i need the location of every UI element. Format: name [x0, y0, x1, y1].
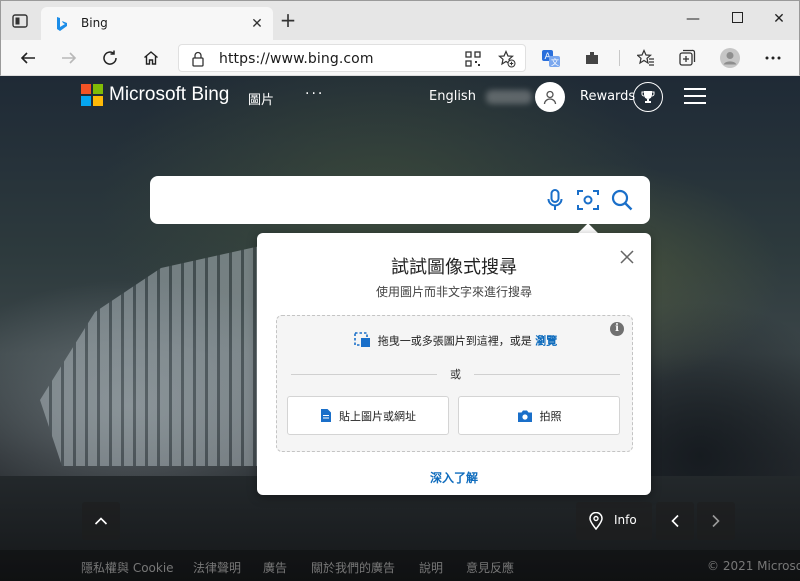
browser-tab-strip: Bing ✕ + — ✕ — [0, 0, 800, 41]
maximize-icon[interactable] — [727, 10, 747, 28]
collections-icon[interactable] — [676, 47, 698, 69]
close-tab-icon[interactable]: ✕ — [249, 16, 265, 32]
minimize-icon[interactable]: — — [683, 10, 703, 28]
chevron-right-icon — [712, 514, 720, 528]
profile-avatar-icon[interactable] — [719, 47, 741, 69]
search-box[interactable] — [150, 176, 650, 224]
chevron-left-icon — [671, 514, 679, 528]
image-info-button[interactable]: Info — [576, 502, 652, 540]
background-image — [40, 246, 260, 466]
visual-search-title: 試試圖像式搜尋 — [391, 257, 517, 278]
qr-code-icon[interactable] — [463, 49, 483, 69]
drag-drop-row: 拖曳一或多張圖片到這裡，或是 瀏覽 — [277, 332, 634, 351]
tab-actions-icon[interactable] — [11, 12, 29, 30]
or-separator: 或 — [291, 366, 620, 382]
new-tab-icon[interactable]: + — [279, 10, 297, 30]
language-link[interactable]: English — [429, 89, 476, 104]
visual-search-panel: 試試圖像式搜尋 使用圖片而非文字來進行搜尋 i 拖曳一或多張圖片到這裡，或是 瀏… — [257, 233, 651, 495]
document-icon — [321, 409, 331, 422]
footer-link-legal[interactable]: 法律聲明 — [193, 559, 241, 576]
drag-image-icon — [353, 332, 372, 351]
bing-icon — [55, 16, 69, 32]
back-icon[interactable] — [17, 47, 39, 69]
footer-link-privacy[interactable]: 隱私權與 Cookie — [81, 559, 174, 576]
nav-more-link[interactable]: ··· — [305, 86, 324, 102]
copyright-text: © 2021 Microsoft — [707, 559, 800, 573]
learn-more-link[interactable]: 深入了解 — [257, 469, 651, 486]
rewards-trophy-icon[interactable] — [633, 82, 663, 112]
refresh-icon[interactable] — [99, 47, 121, 69]
voice-search-icon[interactable] — [543, 188, 567, 212]
footer-link-help[interactable]: 說明 — [419, 559, 443, 576]
bing-homepage: Microsoft Bing 圖片 ··· English Rewards 試試… — [0, 76, 800, 581]
user-avatar-icon[interactable] — [535, 82, 565, 112]
bing-header: Microsoft Bing 圖片 ··· English Rewards — [0, 76, 800, 118]
browse-link[interactable]: 瀏覽 — [535, 335, 557, 348]
brand-name[interactable]: Microsoft Bing — [109, 84, 229, 106]
add-favorite-icon[interactable] — [497, 49, 517, 69]
search-icon[interactable] — [610, 188, 634, 212]
favorites-icon[interactable] — [635, 47, 657, 69]
camera-icon — [517, 410, 532, 422]
paste-image-label: 貼上圖片或網址 — [339, 409, 416, 423]
drag-drop-text: 拖曳一或多張圖片到這裡，或是 — [377, 334, 532, 348]
toolbar-divider — [619, 50, 620, 66]
previous-image-button[interactable] — [656, 502, 694, 540]
next-image-button[interactable] — [697, 502, 735, 540]
visual-search-subtitle: 使用圖片而非文字來進行搜尋 — [375, 285, 532, 299]
footer: 隱私權與 Cookie 法律聲明 廣告 關於我們的廣告 說明 意見反應 © 20… — [0, 550, 800, 581]
footer-link-about-ads[interactable]: 關於我們的廣告 — [311, 559, 395, 576]
info-label: Info — [614, 513, 637, 527]
more-options-icon[interactable] — [762, 47, 784, 69]
paste-image-button[interactable]: 貼上圖片或網址 — [287, 396, 449, 435]
nav-images-link[interactable]: 圖片 — [248, 89, 274, 108]
browser-tab-bing[interactable]: Bing ✕ — [41, 7, 273, 41]
blurred-username — [486, 90, 532, 104]
lock-icon[interactable] — [191, 51, 205, 71]
take-photo-label: 拍照 — [539, 409, 562, 423]
svg-text:文: 文 — [551, 57, 559, 67]
take-photo-button[interactable]: 拍照 — [458, 396, 620, 435]
tab-title: Bing — [81, 16, 108, 30]
url-text[interactable]: https://www.bing.com — [219, 51, 374, 67]
translate-icon[interactable]: A文 — [540, 47, 562, 69]
location-pin-icon — [589, 512, 603, 530]
menu-icon[interactable] — [684, 88, 706, 106]
chevron-up-icon — [94, 517, 108, 525]
browser-toolbar: https://www.bing.com A文 — [0, 40, 800, 76]
address-bar[interactable]: https://www.bing.com — [178, 44, 526, 72]
or-label: 或 — [450, 368, 461, 381]
close-icon[interactable] — [619, 249, 635, 265]
extensions-icon[interactable] — [581, 47, 603, 69]
forward-icon[interactable] — [58, 47, 80, 69]
footer-link-feedback[interactable]: 意見反應 — [466, 559, 514, 576]
scroll-up-button[interactable] — [82, 502, 120, 540]
rewards-link[interactable]: Rewards — [580, 89, 635, 104]
home-icon[interactable] — [140, 47, 162, 69]
visual-search-icon[interactable] — [576, 188, 600, 212]
microsoft-logo-icon[interactable] — [81, 84, 103, 106]
footer-link-advertise[interactable]: 廣告 — [263, 559, 287, 576]
close-window-icon[interactable]: ✕ — [769, 10, 789, 28]
image-drop-zone[interactable]: i 拖曳一或多張圖片到這裡，或是 瀏覽 或 貼上圖片或網址 拍照 — [276, 315, 633, 452]
